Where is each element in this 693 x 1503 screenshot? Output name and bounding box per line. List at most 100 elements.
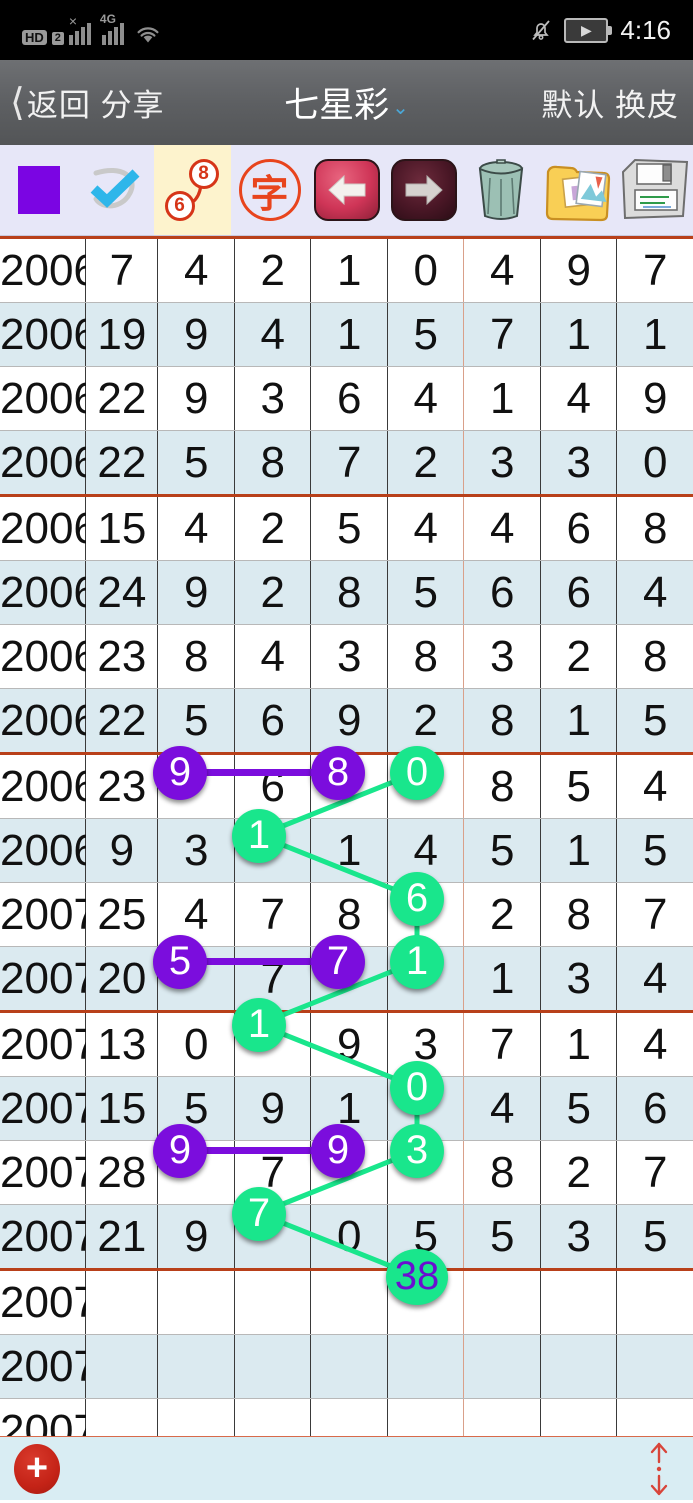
digit-cell[interactable]: 9 <box>310 688 388 755</box>
digit-cell[interactable] <box>540 1334 618 1399</box>
previous-button[interactable] <box>308 145 385 235</box>
digit-cell[interactable]: 8 <box>310 882 388 947</box>
color-swatch-button[interactable] <box>0 145 77 235</box>
digit-cell[interactable]: 3 <box>540 946 618 1013</box>
digit-cell[interactable]: 3 <box>463 430 541 497</box>
digit-cell[interactable]: 4 <box>463 1076 541 1141</box>
digit-cell[interactable]: 0 <box>387 1076 465 1141</box>
digit-cell[interactable]: 4 <box>157 236 235 303</box>
table-row[interactable]: 20062 22 9 3 6 4 1 4 9 <box>0 366 693 431</box>
digit-cell[interactable]: 7 <box>616 1140 693 1205</box>
digit-cell[interactable]: 7 <box>234 882 312 947</box>
digit-cell[interactable]: 9 <box>157 302 235 367</box>
digit-cell[interactable]: 5 <box>540 753 618 819</box>
digit-cell[interactable]: 5 <box>616 818 693 883</box>
character-mode-button[interactable]: 字 <box>231 145 308 235</box>
table-row[interactable]: 2006993114515 <box>0 818 693 883</box>
digit-cell[interactable]: 7 <box>463 302 541 367</box>
digit-cell[interactable]: 5 <box>157 430 235 497</box>
digit-cell[interactable]: 9 <box>234 1076 312 1141</box>
digit-cell[interactable]: 2 <box>540 1140 618 1205</box>
digit-cell[interactable] <box>540 1269 618 1335</box>
digit-cell[interactable]: 6 <box>540 560 618 625</box>
digit-cell[interactable]: 4 <box>463 236 541 303</box>
digit-cell[interactable]: 8 <box>616 624 693 689</box>
digit-cell[interactable]: 1 <box>387 946 465 1013</box>
digit-cell[interactable]: 2 <box>234 236 312 303</box>
digit-cell[interactable]: 6 <box>387 882 465 947</box>
next-button[interactable] <box>385 145 462 235</box>
digit-cell[interactable]: 4 <box>463 495 541 561</box>
table-row[interactable]: 20076 <box>0 1269 693 1335</box>
digit-cell[interactable]: 1 <box>310 236 388 303</box>
digit-cell[interactable]: 0 <box>157 1011 235 1077</box>
digit-cell[interactable]: 5 <box>157 946 235 1013</box>
digit-cell[interactable]: 1 <box>540 688 618 755</box>
digit-cell[interactable]: 4 <box>616 946 693 1013</box>
digit-cell[interactable]: 9 <box>157 1140 235 1205</box>
digit-cell[interactable]: 5 <box>157 1076 235 1141</box>
digit-cell[interactable]: 9 <box>540 236 618 303</box>
digit-cell[interactable]: 3 <box>387 1140 465 1205</box>
digit-cell[interactable]: 4 <box>157 495 235 561</box>
number-link-button[interactable]: 6 8 <box>154 145 231 235</box>
table-row[interactable]: 20063 22 5 8 7 2 3 3 0 <box>0 430 693 497</box>
check-mark-button[interactable] <box>77 145 154 235</box>
digit-cell[interactable]: 4 <box>387 818 465 883</box>
digit-cell[interactable]: 4 <box>387 366 465 431</box>
table-row[interactable]: 20066 23 8 4 3 8 3 2 8 <box>0 624 693 689</box>
digit-cell[interactable]: 1 <box>540 1011 618 1077</box>
back-button[interactable]: ⟨ 返回 分享 <box>0 80 164 125</box>
digit-cell[interactable]: 1 <box>234 818 312 883</box>
digit-cell[interactable]: 4 <box>157 882 235 947</box>
digit-cell[interactable]: 4 <box>387 495 465 561</box>
digit-cell[interactable] <box>387 1269 465 1335</box>
digit-cell[interactable]: 2 <box>234 560 312 625</box>
table-row[interactable]: 20071205771134 <box>0 946 693 1013</box>
digit-cell[interactable]: 8 <box>310 560 388 625</box>
digit-cell[interactable]: 0 <box>616 430 693 497</box>
digit-cell[interactable]: 3 <box>310 624 388 689</box>
add-circle-icon[interactable]: + <box>14 1443 60 1494</box>
table-row[interactable]: 20065 24 9 2 8 5 6 6 4 <box>0 560 693 625</box>
digit-cell[interactable]: 1 <box>463 946 541 1013</box>
digit-cell[interactable]: 8 <box>387 624 465 689</box>
table-row[interactable]: 20077 <box>0 1334 693 1399</box>
digit-cell[interactable]: 3 <box>463 624 541 689</box>
digit-cell[interactable] <box>310 1269 388 1335</box>
digit-cell[interactable]: 8 <box>463 1140 541 1205</box>
digit-cell[interactable]: 9 <box>310 1140 388 1205</box>
digit-cell[interactable]: 8 <box>463 688 541 755</box>
digit-cell[interactable]: 5 <box>540 1076 618 1141</box>
digit-cell[interactable] <box>234 1334 312 1399</box>
table-row[interactable]: 20067 22 5 6 9 2 8 1 5 <box>0 688 693 755</box>
digit-cell[interactable]: 9 <box>157 366 235 431</box>
digit-cell[interactable]: 0 <box>310 1204 388 1271</box>
digit-cell[interactable]: 7 <box>310 946 388 1013</box>
digit-cell[interactable]: 4 <box>234 624 312 689</box>
digit-cell[interactable]: 7 <box>616 236 693 303</box>
digit-cell[interactable]: 2 <box>540 624 618 689</box>
digit-cell[interactable]: 5 <box>616 1204 693 1271</box>
digit-cell[interactable] <box>157 1269 235 1335</box>
digit-cell[interactable] <box>234 1269 312 1335</box>
table-row[interactable]: 20064 15 4 2 5 4 4 6 8 <box>0 495 693 561</box>
table-row[interactable]: 2007521 970 5 5 3 5 <box>0 1204 693 1271</box>
digit-cell[interactable]: 6 <box>234 688 312 755</box>
digit-cell[interactable]: 6 <box>463 560 541 625</box>
digit-cell[interactable]: 7 <box>234 1140 312 1205</box>
digit-cell[interactable]: 1 <box>310 1076 388 1141</box>
digit-cell[interactable]: 4 <box>234 302 312 367</box>
digit-cell[interactable] <box>463 1269 541 1335</box>
digit-cell[interactable]: 7 <box>616 882 693 947</box>
digit-cell[interactable]: 7 <box>463 1011 541 1077</box>
digit-cell[interactable]: 2 <box>463 882 541 947</box>
digit-cell[interactable]: 2 <box>387 430 465 497</box>
digit-cell[interactable]: 7 <box>234 1204 312 1271</box>
digit-cell[interactable]: 6 <box>616 1076 693 1141</box>
digit-cell[interactable]: 0 <box>387 753 465 819</box>
table-row[interactable]: 20074289793827 <box>0 1140 693 1205</box>
digit-cell[interactable]: 3 <box>540 430 618 497</box>
digit-cell[interactable]: 5 <box>157 688 235 755</box>
digit-cell[interactable]: 4 <box>616 1011 693 1077</box>
